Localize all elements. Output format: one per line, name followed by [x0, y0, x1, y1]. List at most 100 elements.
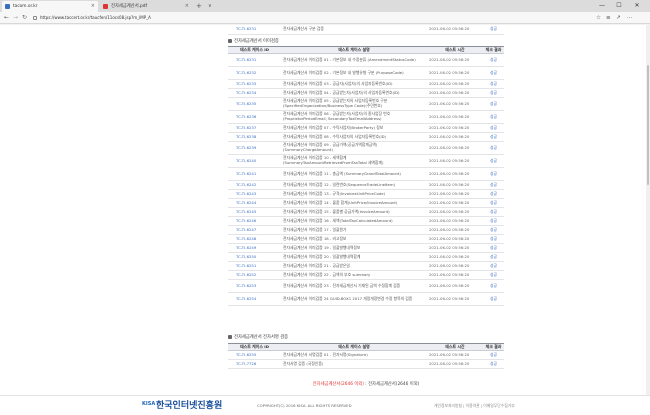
test-result[interactable]: 성공 — [483, 252, 504, 262]
test-id-link[interactable]: TC-TI-6240 — [228, 154, 281, 168]
test-result[interactable]: 성공 — [483, 53, 504, 67]
test-id-link[interactable]: TC-TI-6242 — [228, 180, 281, 190]
test-result[interactable]: 성공 — [483, 292, 504, 306]
test-id-link[interactable]: TC-TI-6241 — [228, 167, 281, 181]
test-id-link[interactable]: TC-TI-6253 — [228, 279, 281, 293]
test-result[interactable]: 성공 — [483, 141, 504, 155]
test-result[interactable]: 성공 — [483, 154, 504, 168]
collections-icon[interactable]: ≡ — [606, 13, 611, 23]
test-time: 2021-06-02 05:56:20 — [427, 350, 483, 360]
test-description: 전자세금계산서 구분 검증 — [281, 25, 427, 35]
table-row: TC-TI-6241 전자세금계산서 이미검증 11 - 총금액 (Summary… — [228, 167, 504, 181]
test-time: 2021-06-02 05:56:20 — [427, 180, 483, 190]
test-time: 2021-06-02 05:56:20 — [427, 110, 483, 124]
table-row: TC-TI-6255 전자세금계산서 서명검증 01 - 전자서명(Signatu… — [228, 350, 504, 360]
test-result[interactable]: 성공 — [483, 207, 504, 217]
test-result[interactable]: 성공 — [483, 234, 504, 244]
maximize-icon[interactable]: ☐ — [612, 0, 626, 12]
test-id-link[interactable]: TC-TI-6231 — [228, 25, 281, 35]
footer-links[interactable]: 개인정보처리방침 | 이용약관 | 이메일무단수집거부 — [434, 403, 515, 409]
test-time: 2021-06-02 05:56:20 — [427, 207, 483, 217]
test-result[interactable]: 성공 — [483, 79, 504, 89]
test-id-link[interactable]: TC-TI-6239 — [228, 141, 281, 155]
tab-title: 전자세금계산서.pdf — [111, 4, 148, 9]
test-id-link[interactable]: TC-TI-6250 — [228, 252, 281, 262]
test-id-link[interactable]: TC-TI-6234 — [228, 88, 281, 98]
scrollbar-thumb[interactable] — [647, 65, 649, 185]
url-field[interactable]: https://www.taccert.or.kr/taucfen/11ocs0… — [32, 14, 588, 22]
table-row: TC-TI-6234 전자세금계산서 이미검증 04 - 공급받는자(사업자)의 … — [228, 88, 504, 98]
test-id-link[interactable]: TC-TI-6252 — [228, 270, 281, 280]
pdf-icon — [103, 4, 108, 9]
test-result[interactable]: 성공 — [483, 270, 504, 280]
test-id-link[interactable]: TC-TI-7726 — [228, 359, 281, 369]
test-time: 2021-06-02 05:56:20 — [427, 270, 483, 280]
close-window-icon[interactable]: ✕ — [630, 0, 644, 12]
test-id-link[interactable]: TC-TI-6249 — [228, 243, 281, 253]
test-result[interactable]: 성공 — [483, 180, 504, 190]
test-id-link[interactable]: TC-TI-6243 — [228, 189, 281, 199]
test-result[interactable]: 성공 — [483, 243, 504, 253]
test-id-link[interactable]: TC-TI-6245 — [228, 207, 281, 217]
test-result[interactable]: 성공 — [483, 123, 504, 133]
table-row: TC-TI-6240 전자세금계산서 이미검증 10 - 세액합계 (Summar… — [228, 154, 504, 168]
test-id-link[interactable]: TC-TI-6233 — [228, 79, 281, 89]
test-result[interactable]: 성공 — [483, 167, 504, 181]
test-result[interactable]: 성공 — [483, 350, 504, 360]
tab-list-button[interactable]: ∨ — [208, 1, 212, 11]
new-tab-button[interactable]: + — [196, 1, 202, 11]
test-result[interactable]: 성공 — [483, 97, 504, 111]
test-description: 전자세금계산서 이미검증 14 - 물품 합계(UnitPrice/Invoic… — [281, 198, 427, 208]
test-result[interactable]: 성공 — [483, 225, 504, 235]
test-id-link[interactable]: TC-TI-6244 — [228, 198, 281, 208]
minimize-icon[interactable]: — — [595, 0, 609, 12]
test-id-link[interactable]: TC-TI-6231 — [228, 53, 281, 67]
test-result[interactable]: 성공 — [483, 110, 504, 124]
share-icon[interactable]: ↗ — [616, 13, 621, 23]
results-table: 테스트 케이스 ID 테스트 케이스 설명 테스트 시간 체크 결과 TC-TI… — [228, 46, 504, 306]
test-time: 2021-06-02 05:56:20 — [427, 88, 483, 98]
col-header-desc: 테스트 케이스 설명 — [281, 343, 427, 351]
test-id-link[interactable]: TC-TI-6247 — [228, 225, 281, 235]
tab-close-icon[interactable]: × — [91, 1, 95, 12]
test-result[interactable]: 성공 — [483, 279, 504, 293]
test-id-link[interactable]: TC-TI-6251 — [228, 261, 281, 271]
test-time: 2021-06-02 05:56:20 — [427, 132, 483, 142]
test-id-link[interactable]: TC-TI-6254 — [228, 292, 281, 306]
tab-pdf[interactable]: 전자세금계산서.pdf × — [100, 1, 192, 12]
tab-close-icon[interactable]: × — [185, 1, 189, 12]
test-time: 2021-06-02 05:56:20 — [427, 252, 483, 262]
back-icon[interactable]: ← — [4, 13, 9, 23]
test-time: 2021-06-02 05:56:20 — [427, 154, 483, 168]
forward-icon[interactable]: → — [13, 13, 18, 23]
summary-line: 전자세금계산서(2646 이외) : 전자세금계산서(2646 이외) — [312, 382, 420, 387]
test-description: 전자세금계산서 이미검증 10 - 세액합계 (SummaryTaxAmount… — [281, 154, 427, 168]
test-id-link[interactable]: TC-TI-6238 — [228, 132, 281, 142]
col-header-result: 체크 결과 — [483, 343, 504, 351]
test-id-link[interactable]: TC-TI-6248 — [228, 234, 281, 244]
test-description: 전자세금계산서 이미검증 21 - 공급받은일 — [281, 261, 427, 271]
scrollbar[interactable] — [646, 25, 650, 395]
test-result[interactable]: 성공 — [483, 189, 504, 199]
test-result[interactable]: 성공 — [483, 66, 504, 80]
test-id-link[interactable]: TC-TI-6255 — [228, 350, 281, 360]
test-id-link[interactable]: TC-TI-6235 — [228, 97, 281, 111]
test-result[interactable]: 성공 — [483, 261, 504, 271]
tab-active[interactable]: tacom.or.kr × — [2, 1, 98, 12]
test-description: 전자세금계산서 이미검증 18 - 비고정보 — [281, 234, 427, 244]
kisa-logo[interactable]: 한국인터넷진흥원 — [156, 398, 222, 411]
test-result[interactable]: 성공 — [483, 198, 504, 208]
more-icon[interactable]: ⋯ — [627, 13, 633, 23]
favorites-icon[interactable]: ☆ — [596, 13, 601, 23]
test-id-link[interactable]: TC-TI-6236 — [228, 110, 281, 124]
table-row: TC-TI-6250 전자세금계산서 이미검증 20 - 일괄발행내역합계 2021… — [228, 252, 504, 262]
test-result[interactable]: 성공 — [483, 25, 504, 35]
test-result[interactable]: 성공 — [483, 359, 504, 369]
refresh-icon[interactable]: ↻ — [22, 13, 27, 23]
test-id-link[interactable]: TC-TI-6237 — [228, 123, 281, 133]
test-result[interactable]: 성공 — [483, 88, 504, 98]
test-id-link[interactable]: TC-TI-6246 — [228, 216, 281, 226]
test-id-link[interactable]: TC-TI-6232 — [228, 66, 281, 80]
test-result[interactable]: 성공 — [483, 132, 504, 142]
test-result[interactable]: 성공 — [483, 216, 504, 226]
